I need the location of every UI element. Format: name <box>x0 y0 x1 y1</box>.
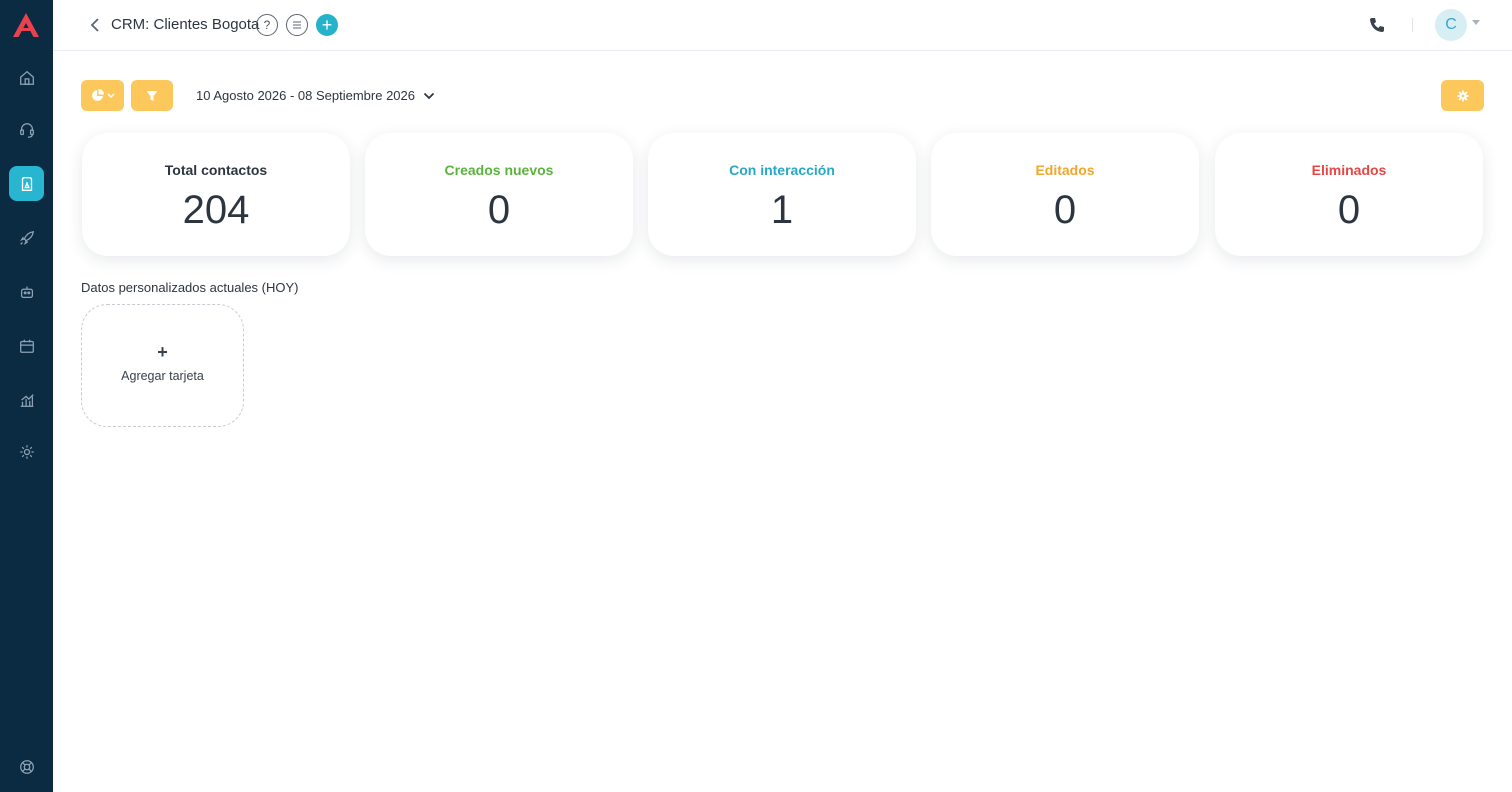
nav-calendar[interactable] <box>9 328 44 363</box>
stat-label: Eliminados <box>1311 162 1387 178</box>
calendar-icon <box>19 339 34 353</box>
nav-reports[interactable] <box>9 382 44 417</box>
custom-data-heading: Datos personalizados actuales (HOY) <box>81 280 299 295</box>
nav-support-inbox[interactable] <box>9 112 44 147</box>
add-card-button[interactable]: + Agregar tarjeta <box>81 304 244 427</box>
rocket-icon <box>19 230 34 245</box>
stat-value: 0 <box>487 188 511 232</box>
stat-value: 0 <box>1337 188 1361 232</box>
stat-value: 204 <box>182 188 250 232</box>
nav-help-center[interactable] <box>9 749 44 784</box>
date-range-label: 10 Agosto 2026 - 08 Septiembre 2026 <box>196 88 415 103</box>
stat-label: Total contactos <box>164 162 268 178</box>
back-arrow-icon[interactable] <box>87 16 103 34</box>
list-view-button[interactable] <box>286 14 308 36</box>
nav-campaigns[interactable] <box>9 220 44 255</box>
stat-card-total: Total contactos 204 <box>82 133 350 256</box>
nav-crm[interactable] <box>9 166 44 201</box>
add-contact-button[interactable]: + <box>316 14 338 36</box>
chevron-down-icon <box>423 92 435 99</box>
help-button[interactable]: ? <box>256 14 278 36</box>
gear-icon <box>1457 90 1468 101</box>
filter-button[interactable] <box>131 80 173 111</box>
nav-settings[interactable] <box>9 434 44 469</box>
contacts-book-icon <box>21 176 32 191</box>
list-icon <box>293 21 301 29</box>
dashboard-settings-button[interactable] <box>1441 80 1484 111</box>
chevron-down-icon <box>107 93 114 98</box>
pie-chart-icon <box>91 89 104 101</box>
stat-card-edited: Editados 0 <box>931 133 1199 256</box>
date-range-picker[interactable]: 10 Agosto 2026 - 08 Septiembre 2026 <box>196 88 435 103</box>
stat-card-deleted: Eliminados 0 <box>1215 133 1483 256</box>
home-icon <box>19 70 34 85</box>
plus-icon: + <box>157 342 168 362</box>
stat-label: Con interacción <box>729 162 835 178</box>
stat-card-interacted: Con interacción 1 <box>648 133 916 256</box>
analytics-icon <box>20 393 34 407</box>
chart-type-button[interactable] <box>81 80 124 111</box>
phone-icon[interactable] <box>1368 16 1386 34</box>
nav-bots[interactable] <box>9 274 44 309</box>
top-header: CRM: Clientes Bogota ? + C <box>53 0 1512 51</box>
nav-home[interactable] <box>9 60 44 95</box>
stat-label: Editados <box>1035 162 1095 178</box>
stat-label: Creados nuevos <box>444 162 554 178</box>
app-logo[interactable] <box>12 12 40 38</box>
support-icon <box>19 759 34 774</box>
header-divider <box>1412 18 1413 32</box>
page-title: CRM: Clientes Bogota <box>111 16 260 33</box>
add-card-label: Agregar tarjeta <box>121 369 204 383</box>
headset-icon <box>19 122 34 138</box>
user-avatar[interactable]: C <box>1435 9 1467 41</box>
filter-icon <box>146 90 158 101</box>
gear-icon <box>19 444 34 459</box>
chevron-down-icon[interactable] <box>1472 20 1480 26</box>
stat-value: 0 <box>1053 188 1077 232</box>
robot-icon <box>20 286 33 298</box>
stat-card-created: Creados nuevos 0 <box>365 133 633 256</box>
stat-value: 1 <box>770 188 794 232</box>
sidebar <box>0 0 53 792</box>
